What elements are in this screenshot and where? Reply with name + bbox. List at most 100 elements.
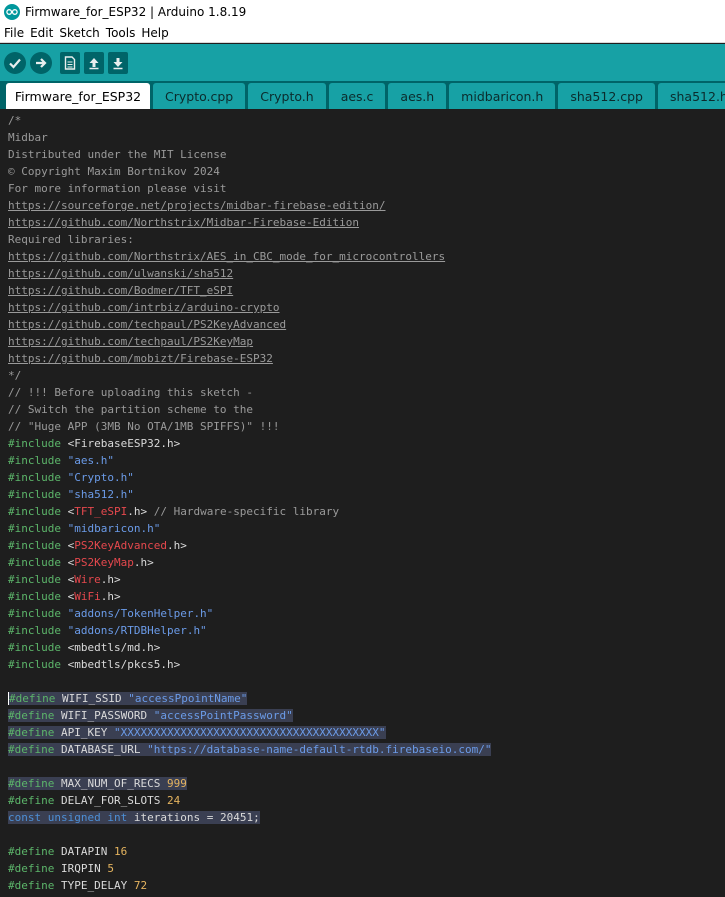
code-line: #include <TFT_eSPI.h> // Hardware-specif…	[0, 503, 725, 520]
toolbar	[0, 44, 725, 81]
code-token: unsigned	[47, 811, 101, 824]
code-token: https://github.com/techpaul/PS2KeyMap	[8, 335, 254, 348]
code-token: #include	[8, 590, 61, 603]
tab-crypto-cpp[interactable]: Crypto.cpp	[153, 83, 246, 109]
code-token: int	[107, 811, 128, 824]
tab-sha512-h[interactable]: sha512.h	[657, 83, 725, 109]
tab-midbaricon-h[interactable]: midbaricon.h	[449, 83, 556, 109]
code-token: #include	[8, 471, 61, 484]
tab-aes-h[interactable]: aes.h	[388, 83, 447, 109]
code-token: <mbedtls/md.h>	[60, 641, 161, 654]
code-token: .h>	[133, 556, 154, 569]
code-token: 5	[107, 862, 114, 875]
code-line: https://github.com/intrbiz/arduino-crypt…	[0, 299, 725, 316]
verify-button[interactable]	[4, 51, 26, 74]
code-token: #define	[8, 692, 56, 705]
code-line: #include "sha512.h"	[0, 486, 725, 503]
code-token: WIFI_SSID	[55, 692, 129, 705]
code-token: #define	[8, 709, 55, 722]
code-token: #include	[8, 624, 61, 637]
checkmark-icon	[9, 58, 21, 69]
code-token: // !!! Before uploading this sketch -	[8, 386, 254, 399]
new-sketch-button[interactable]	[60, 51, 80, 74]
code-line: https://github.com/Northstrix/AES_in_CBC…	[0, 248, 725, 265]
code-token: PS2KeyMap	[74, 556, 134, 569]
code-token: .h>	[100, 590, 121, 603]
code-line: https://github.com/ulwanski/sha512	[0, 265, 725, 282]
code-token: MAX_NUM_OF_RECS	[54, 777, 167, 790]
code-token: iterations = 20451;	[127, 811, 260, 824]
code-line: #include "Crypto.h"	[0, 469, 725, 486]
code-token: <FirebaseESP32.h>	[60, 437, 181, 450]
code-token: #define	[8, 726, 55, 739]
code-line: #include <PS2KeyAdvanced.h>	[0, 537, 725, 554]
code-token: #include	[8, 607, 61, 620]
tab-crypto-h[interactable]: Crypto.h	[248, 83, 326, 109]
tab-aes-c[interactable]: aes.c	[328, 83, 386, 109]
code-line: #include "addons/RTDBHelper.h"	[0, 622, 725, 639]
code-token: DATABASE_URL	[54, 743, 148, 756]
code-token: */	[8, 369, 22, 382]
arrow-right-icon	[36, 57, 47, 68]
menu-help[interactable]: Help	[141, 26, 168, 40]
code-token: const	[8, 811, 42, 824]
code-token: .h>	[166, 539, 187, 552]
code-token: .h>	[127, 505, 154, 518]
code-token: API_KEY	[54, 726, 114, 739]
code-line: Distributed under the MIT License	[0, 146, 725, 163]
menu-edit[interactable]: Edit	[30, 26, 53, 40]
tab-sha512-cpp[interactable]: sha512.cpp	[558, 83, 655, 109]
code-line: // Switch the partition scheme to the	[0, 401, 725, 418]
menu-tools[interactable]: Tools	[106, 26, 136, 40]
code-token: <	[60, 505, 75, 518]
code-token: TFT_eSPI	[74, 505, 128, 518]
code-token: DELAY_FOR_SLOTS	[54, 794, 167, 807]
code-token: © Copyright Maxim Bortnikov 2024	[8, 165, 220, 178]
code-token: https://github.com/ulwanski/sha512	[8, 267, 234, 280]
menu-sketch[interactable]: Sketch	[59, 26, 99, 40]
code-token: "sha512.h"	[67, 488, 134, 501]
code-line: #define IRQPIN 5	[0, 860, 725, 877]
code-editor[interactable]: /* Midbar Distributed under the MIT Licens…	[0, 109, 725, 897]
code-line: Required libraries:	[0, 231, 725, 248]
tab-firmware-for-esp32[interactable]: Firmware_for_ESP32	[6, 83, 150, 109]
code-line: /*	[0, 112, 725, 129]
code-token: /*	[8, 114, 22, 127]
code-token: 16	[113, 845, 128, 858]
code-token: #include	[8, 658, 61, 671]
open-button[interactable]	[84, 51, 104, 74]
code-token: // Switch the partition scheme to the	[8, 403, 254, 416]
upload-button[interactable]	[30, 51, 52, 74]
code-line: #include <FirebaseESP32.h>	[0, 435, 725, 452]
code-token: #include	[8, 556, 61, 569]
code-line: https://github.com/Northstrix/Midbar-Fir…	[0, 214, 725, 231]
code-token: #include	[8, 641, 61, 654]
code-token: "https://database-name-default-rtdb.fire…	[147, 743, 492, 756]
code-line: #include <Wire.h>	[0, 571, 725, 588]
save-button[interactable]	[108, 51, 128, 74]
menu-file[interactable]: File	[4, 26, 24, 40]
code-token: "accessPointPassword"	[153, 709, 293, 722]
arrow-up-icon	[89, 57, 99, 69]
code-line: #define DELAY_FOR_SLOTS 24	[0, 792, 725, 809]
code-token: #include	[8, 539, 61, 552]
code-token: https://github.com/Northstrix/AES_in_CBC…	[8, 250, 446, 263]
code-token: WIFI_PASSWORD	[54, 709, 154, 722]
code-line: © Copyright Maxim Bortnikov 2024	[0, 163, 725, 180]
menu-bar: File Edit Sketch Tools Help	[0, 23, 725, 43]
title-bar: Firmware_for_ESP32 | Arduino 1.8.19	[0, 0, 725, 23]
code-line: #define WIFI_SSID "accessPpointName"	[0, 690, 725, 707]
code-line: https://sourceforge.net/projects/midbar-…	[0, 197, 725, 214]
code-token: 72	[133, 879, 148, 892]
code-token: #include	[8, 488, 61, 501]
code-token: #define	[8, 777, 55, 790]
code-line: #define DATABASE_URL "https://database-n…	[0, 741, 725, 758]
code-token: #define	[8, 794, 55, 807]
code-token: TYPE_DELAY	[54, 879, 134, 892]
code-token: https://github.com/intrbiz/arduino-crypt…	[8, 301, 280, 314]
